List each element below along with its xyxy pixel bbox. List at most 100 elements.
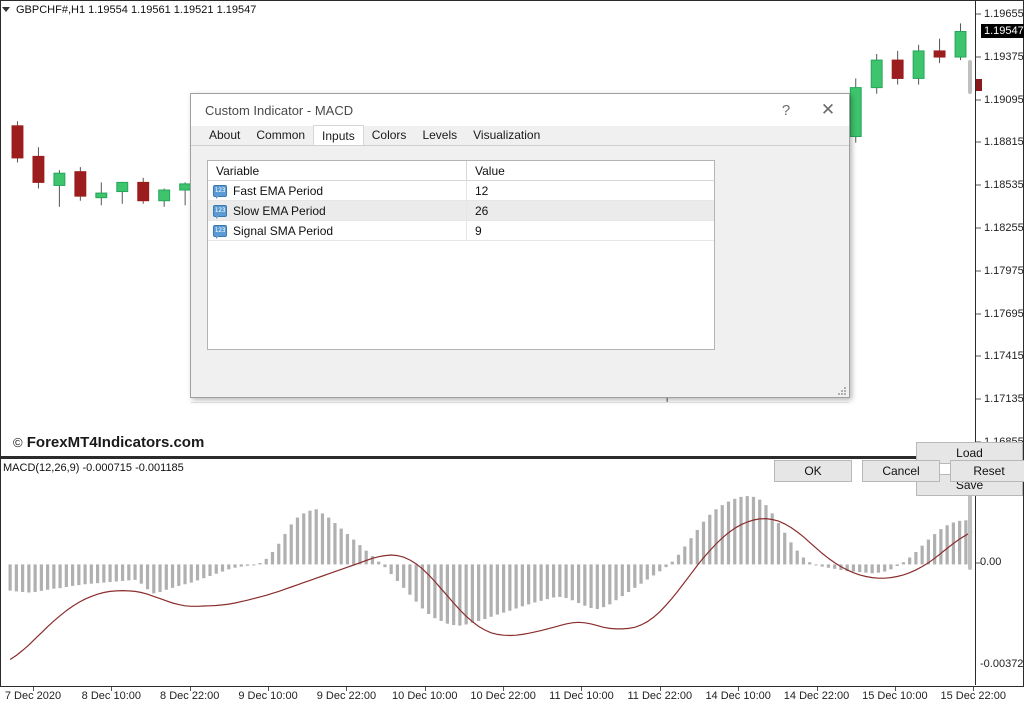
time-tick <box>111 687 112 691</box>
macd-indicator-label: MACD(12,26,9) -0.000715 -0.001185 <box>3 462 184 474</box>
time-axis-label: 9 Dec 10:00 <box>238 690 297 702</box>
tab-common[interactable]: Common <box>248 125 313 145</box>
price-tick <box>976 399 981 400</box>
price-tick <box>976 56 981 57</box>
macd-axis-label: -0.003722 <box>980 658 1024 670</box>
dialog-window-buttons: ? ✕ <box>765 94 849 126</box>
time-axis-label: 8 Dec 22:00 <box>160 690 219 702</box>
time-tick <box>581 687 582 691</box>
price-tick <box>976 142 981 143</box>
help-icon[interactable]: ? <box>765 95 807 125</box>
column-header-value: Value <box>466 161 714 181</box>
dialog-body: Variable Value 123Fast EMA Period12123Sl… <box>191 146 849 397</box>
variable-cell: 123 Signal SMA Period <box>208 221 466 241</box>
tab-colors[interactable]: Colors <box>364 125 415 145</box>
price-axis-label: 1.17135 <box>984 393 1024 405</box>
value-cell[interactable]: 26 <box>466 201 714 221</box>
tab-inputs[interactable]: Inputs <box>313 125 364 145</box>
time-tick <box>895 687 896 691</box>
variable-label: Fast EMA Period <box>233 184 323 198</box>
tab-visualization[interactable]: Visualization <box>465 125 548 145</box>
integer-variable-icon: 123 <box>213 205 227 217</box>
table-header-row: Variable Value <box>208 161 714 181</box>
current-price-label: 1.19547 <box>981 24 1024 38</box>
variable-cell: 123 Slow EMA Period <box>208 201 466 221</box>
time-tick <box>738 687 739 691</box>
dialog-title: Custom Indicator - MACD <box>205 103 353 118</box>
price-axis-label: 1.17975 <box>984 265 1024 277</box>
time-tick <box>268 687 269 691</box>
variable-label: Signal SMA Period <box>233 224 333 238</box>
table-row[interactable]: 123 Signal SMA Period 9 <box>208 221 714 241</box>
tab-about[interactable]: About <box>201 125 248 145</box>
time-axis-label: 7 Dec 2020 <box>5 690 61 702</box>
time-tick <box>973 687 974 691</box>
price-tick <box>976 185 981 186</box>
time-tick <box>425 687 426 691</box>
time-tick <box>33 687 34 691</box>
price-tick <box>976 313 981 314</box>
current-price-marker <box>976 79 982 91</box>
time-axis-label: 14 Dec 10:00 <box>705 690 770 702</box>
macd-indicator-pane[interactable] <box>1 458 1023 685</box>
macd-scroll-thumb[interactable] <box>968 490 972 570</box>
time-axis-label: 11 Dec 22:00 <box>628 690 693 702</box>
variable-label: Slow EMA Period <box>233 204 326 218</box>
price-axis-label: 1.18535 <box>984 179 1024 191</box>
price-tick <box>976 356 981 357</box>
time-tick <box>817 687 818 691</box>
close-icon[interactable]: ✕ <box>807 95 849 125</box>
macd-chart <box>1 459 1023 685</box>
mt4-terminal-window: GBPCHF#,H1 1.19554 1.19561 1.19521 1.195… <box>0 0 1024 705</box>
table-row[interactable]: 123Fast EMA Period12 <box>208 181 714 201</box>
resize-grip[interactable] <box>838 387 846 395</box>
time-axis-label: 15 Dec 22:00 <box>941 690 1006 702</box>
tab-levels[interactable]: Levels <box>414 125 465 145</box>
watermark-text: ForexMT4Indicators.com <box>27 434 205 451</box>
price-axis-label: 1.19655 <box>984 8 1024 20</box>
dialog-tabs[interactable]: AboutCommonInputsColorsLevelsVisualizati… <box>191 126 849 146</box>
value-cell[interactable]: 9 <box>466 221 714 241</box>
dialog-titlebar[interactable]: Custom Indicator - MACD ? ✕ <box>191 94 849 126</box>
time-tick <box>503 687 504 691</box>
symbol-ohlc-text: GBPCHF#,H1 1.19554 1.19561 1.19521 1.195… <box>16 4 256 16</box>
price-axis-label: 1.17695 <box>984 308 1024 320</box>
time-tick <box>346 687 347 691</box>
value-cell[interactable]: 12 <box>466 181 714 201</box>
table-row[interactable]: 123 Slow EMA Period 26 <box>208 201 714 221</box>
reset-button[interactable]: Reset <box>950 460 1024 482</box>
price-axis-label: 1.19095 <box>984 94 1024 106</box>
time-axis-label: 15 Dec 10:00 <box>862 690 927 702</box>
time-tick <box>660 687 661 691</box>
custom-indicator-dialog[interactable]: Custom Indicator - MACD ? ✕ AboutCommonI… <box>190 93 850 398</box>
price-axis-label: 1.17415 <box>984 350 1024 362</box>
column-header-variable: Variable <box>208 164 466 178</box>
time-axis-label: 10 Dec 10:00 <box>392 690 457 702</box>
time-axis-label: 9 Dec 22:00 <box>317 690 376 702</box>
price-tick <box>976 228 981 229</box>
time-scale[interactable]: 7 Dec 2020 8 Dec 10:00 8 Dec 22:00 9 Dec 10… <box>0 686 1024 705</box>
price-tick <box>976 14 981 15</box>
price-tick <box>976 99 981 100</box>
price-scroll-thumb[interactable] <box>968 60 972 94</box>
symbol-info-bar: GBPCHF#,H1 1.19554 1.19561 1.19521 1.195… <box>2 2 256 17</box>
price-axis-label: 1.18255 <box>984 222 1024 234</box>
watermark: © ForexMT4Indicators.com <box>13 434 204 451</box>
price-axis-label: 1.18815 <box>984 136 1024 148</box>
copyright-icon: © <box>13 435 23 450</box>
macd-axis-label: 0.00 <box>980 556 1001 568</box>
price-axis-label: 1.19375 <box>984 51 1024 63</box>
price-tick <box>976 270 981 271</box>
cancel-button[interactable]: Cancel <box>862 460 940 482</box>
time-axis-label: 11 Dec 10:00 <box>549 690 614 702</box>
dialog-footer-divider <box>191 402 849 403</box>
inputs-table[interactable]: Variable Value 123Fast EMA Period12123Sl… <box>207 160 715 350</box>
time-axis-label: 8 Dec 10:00 <box>82 690 141 702</box>
variable-cell: 123Fast EMA Period <box>208 181 466 201</box>
ok-button[interactable]: OK <box>774 460 852 482</box>
chevron-down-icon[interactable] <box>2 7 10 12</box>
time-axis-label: 10 Dec 22:00 <box>470 690 535 702</box>
price-axis-divider <box>975 1 976 456</box>
integer-variable-icon: 123 <box>213 225 227 237</box>
time-tick <box>190 687 191 691</box>
